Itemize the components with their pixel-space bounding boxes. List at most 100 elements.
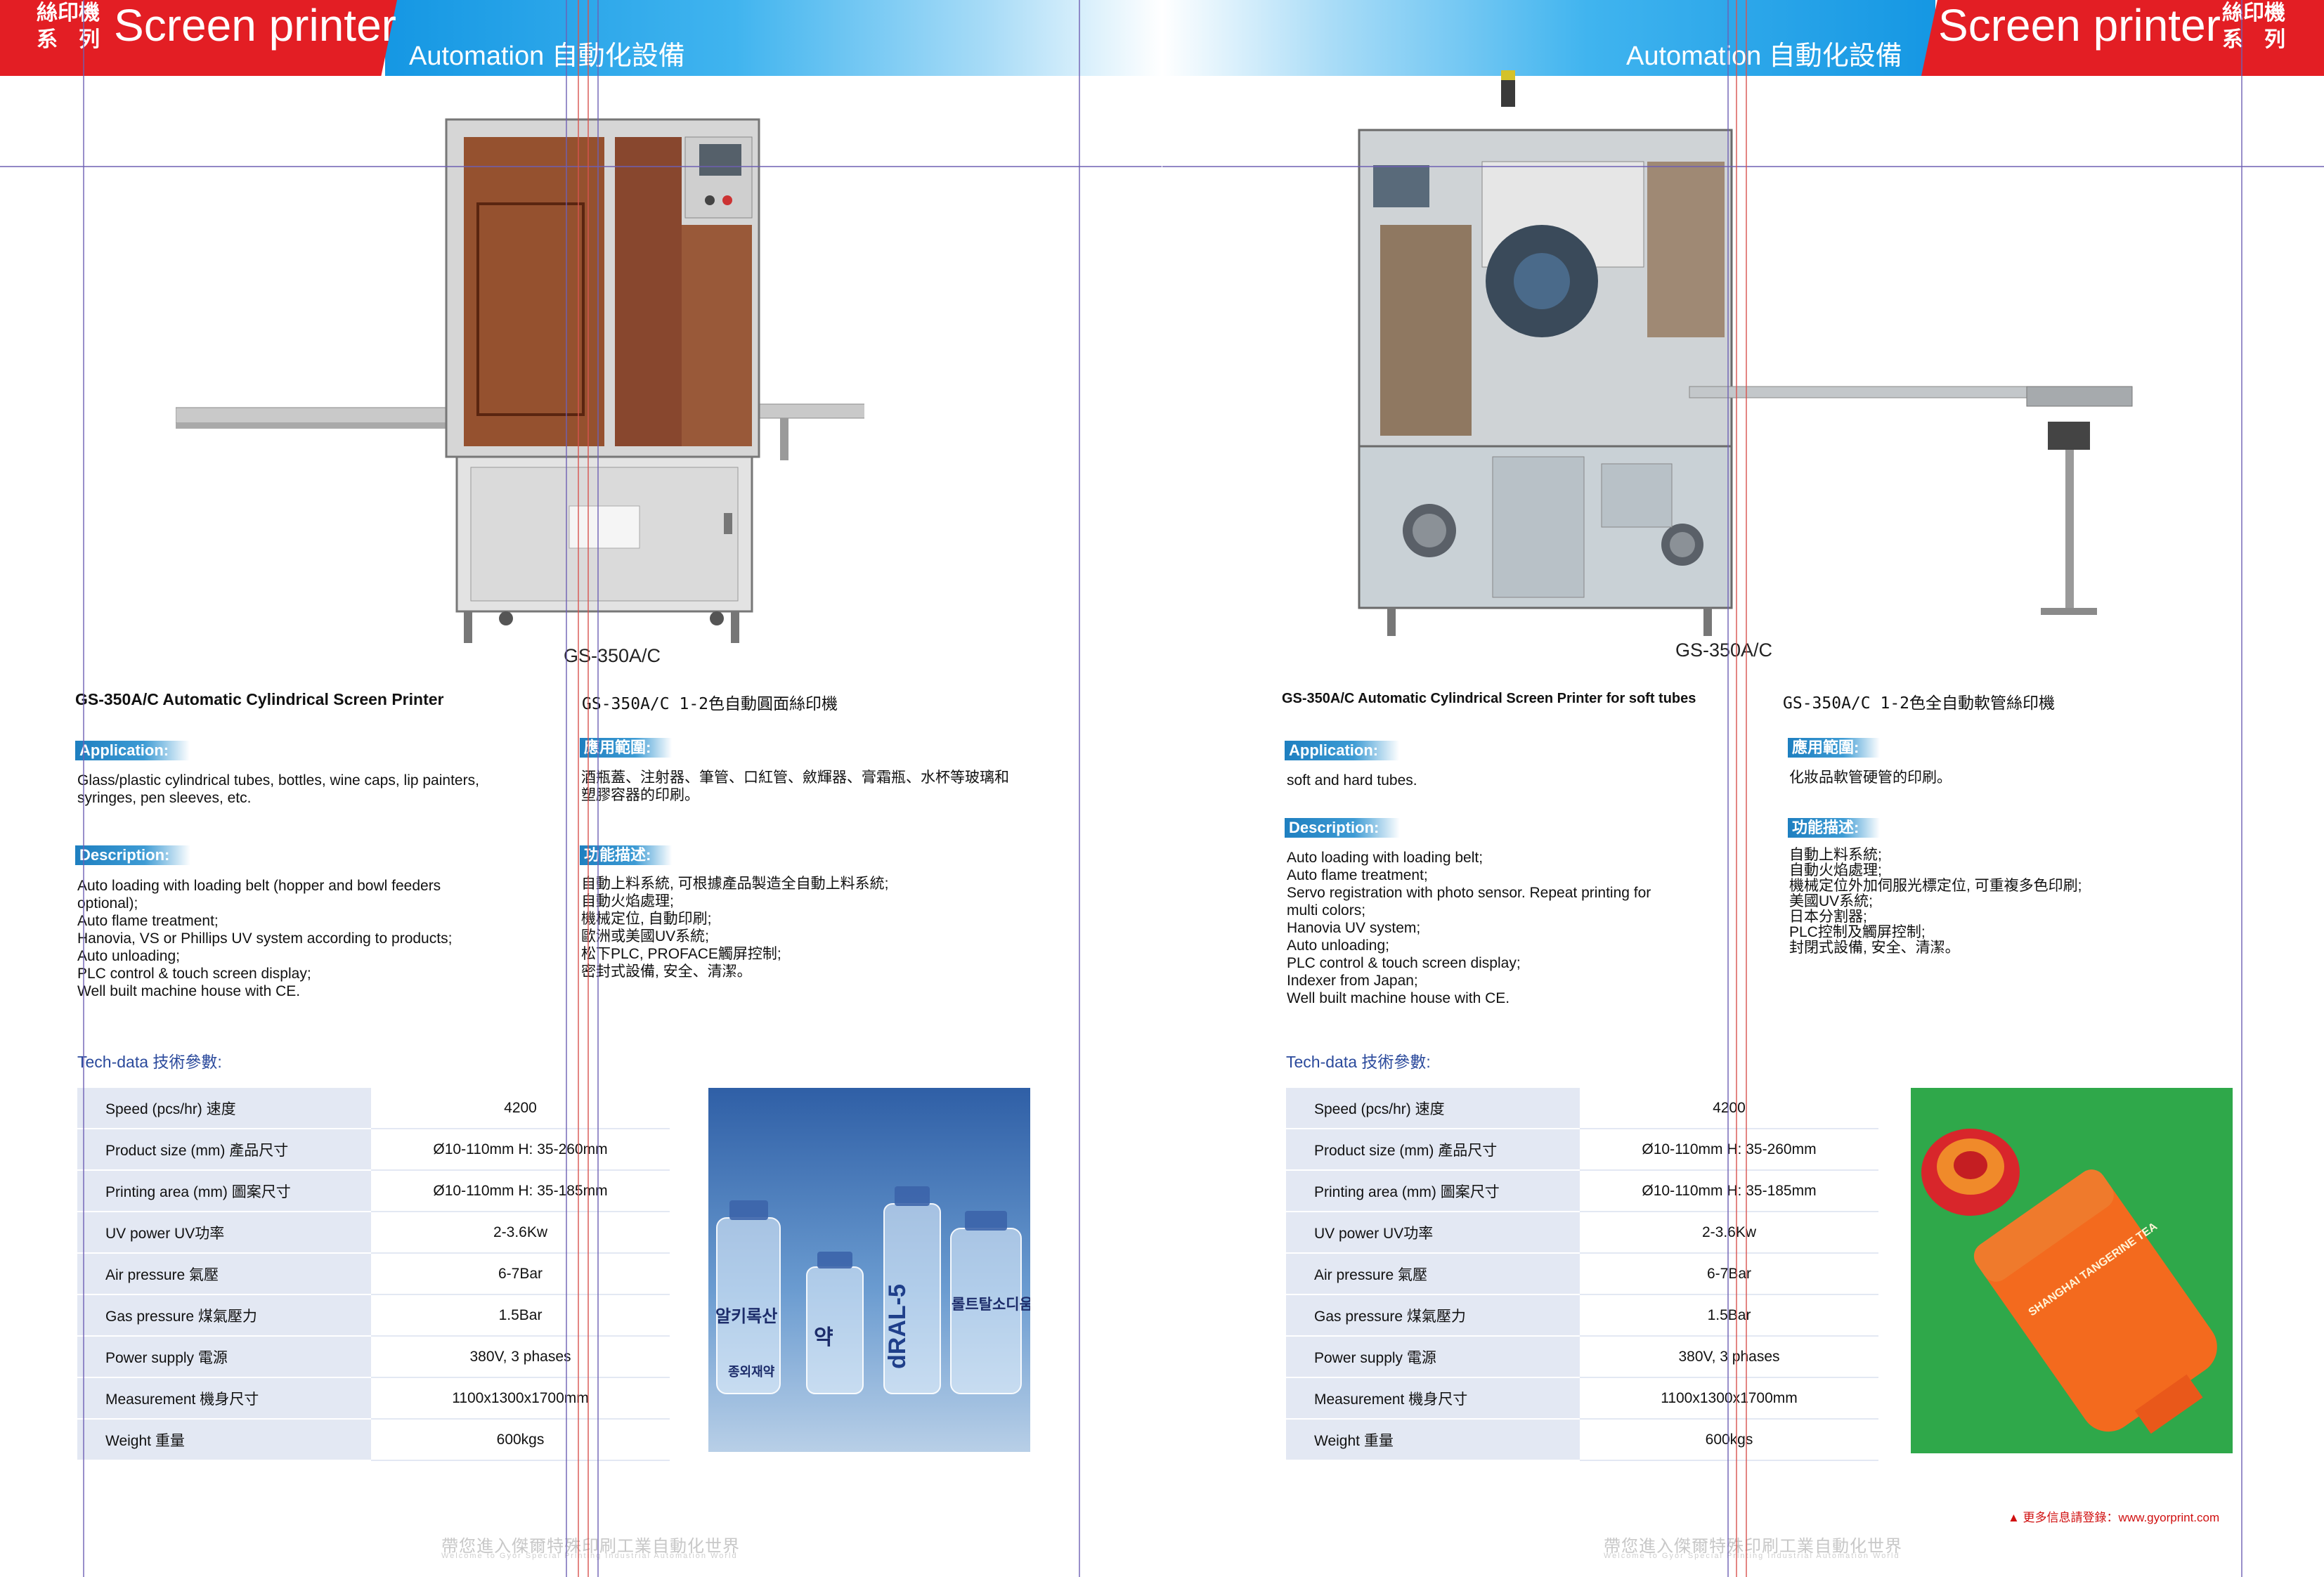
tech-data-label: Tech-data 技術參數:: [1286, 1053, 1431, 1071]
spec-value: 600kgs: [1580, 1419, 1878, 1461]
spec-row: Air pressure 氣壓 6-7Bar: [77, 1253, 670, 1295]
application-cn-text: 酒瓶蓋、注射器、筆管、口紅管、斂輝器、膏霜瓶、水杯等玻璃和 塑膠容器的印刷。: [581, 770, 1009, 803]
spec-value: Ø10-110mm H: 35-260mm: [371, 1129, 670, 1171]
spec-value: 6-7Bar: [371, 1253, 670, 1295]
spec-value: 2-3.6Kw: [1580, 1212, 1878, 1254]
spec-value: 6-7Bar: [1580, 1253, 1878, 1295]
series-cn-top: 絲印機: [2222, 1, 2285, 25]
series-cn-top: 絲印機: [37, 1, 100, 25]
spec-label: Speed (pcs/hr) 速度: [77, 1088, 371, 1129]
description-text: Auto loading with loading belt (hopper a…: [77, 878, 453, 999]
series-title: Screen printer: [1938, 0, 2221, 51]
spec-label: Measurement 機身尺寸: [1286, 1377, 1580, 1420]
description-tag: Description:: [1285, 818, 1401, 838]
spec-label: Power supply 電源: [77, 1336, 371, 1378]
vial-label-2: 약: [814, 1326, 833, 1349]
model-label: GS-350A/C: [1675, 640, 1773, 661]
spec-label: Measurement 機身尺寸: [77, 1377, 371, 1420]
guide-line: [1079, 0, 1080, 1577]
spec-row: Gas pressure 煤氣壓力 1.5Bar: [77, 1294, 670, 1337]
spec-label: Power supply 電源: [1286, 1336, 1580, 1378]
spec-label: Weight 重量: [1286, 1419, 1580, 1461]
product-title-en: GS-350A/C Automatic Cylindrical Screen P…: [75, 690, 444, 708]
spec-label: Air pressure 氣壓: [77, 1253, 371, 1295]
guide-line: [566, 0, 567, 1577]
product-title-cn: GS-350A/C 1-2色自動圓面絲印機: [582, 695, 838, 713]
guide-line: [1746, 0, 1747, 1577]
spec-label: Printing area (mm) 圖案尺寸: [1286, 1170, 1580, 1212]
tube-illustration: [1921, 1129, 2217, 1434]
description-cn-tag: 功能描述:: [1788, 818, 1881, 838]
vial-photo: 알키록산 약 dRAL-5 롤트탈소디움 종외재약: [708, 1088, 1030, 1452]
spec-value: Ø10-110mm H: 35-185mm: [1580, 1170, 1878, 1212]
website-link[interactable]: ▲ 更多信息請登錄：www.gyorprint.com: [2008, 1507, 2219, 1525]
spec-row: Measurement 機身尺寸 1100x1300x1700mm: [77, 1377, 670, 1420]
spec-row: Speed (pcs/hr) 速度 4200: [1286, 1088, 1878, 1129]
spec-label: Printing area (mm) 圖案尺寸: [77, 1170, 371, 1212]
spec-row: Air pressure 氣壓 6-7Bar: [1286, 1253, 1878, 1295]
guide-line: [578, 0, 579, 1577]
tech-data-label: Tech-data 技術參數:: [77, 1053, 222, 1071]
guide-line: [1162, 166, 2324, 167]
application-cn-tag: 應用範圍:: [1788, 738, 1881, 758]
spec-row: Product size (mm) 產品尺寸 Ø10-110mm H: 35-26…: [1286, 1129, 1878, 1171]
guide-line: [0, 166, 1162, 167]
vial-label-1: 알키록산: [715, 1307, 778, 1326]
footer-subtext: Welcome to Gyor Special Printing Industr…: [1604, 1552, 1900, 1560]
spec-table: Speed (pcs/hr) 速度 4200 Product size (mm) …: [1286, 1088, 1878, 1461]
spec-value: Ø10-110mm H: 35-260mm: [1580, 1129, 1878, 1171]
spec-value: 2-3.6Kw: [371, 1212, 670, 1254]
guide-line: [1736, 0, 1737, 1577]
spec-label: Air pressure 氣壓: [1286, 1253, 1580, 1295]
spec-value: 4200: [371, 1088, 670, 1129]
spec-value: Ø10-110mm H: 35-185mm: [371, 1170, 670, 1212]
spec-row: Speed (pcs/hr) 速度 4200: [77, 1088, 670, 1129]
series-cn-bottom: 系 列: [2222, 28, 2285, 51]
guide-line: [83, 0, 84, 1577]
spec-label: Gas pressure 煤氣壓力: [77, 1294, 371, 1337]
spec-row: Printing area (mm) 圖案尺寸 Ø10-110mm H: 35-1…: [77, 1170, 670, 1212]
left-page: 絲印機 系 列 Screen printer Automation 自動化設備: [0, 0, 1162, 1577]
spec-label: Product size (mm) 產品尺寸: [1286, 1129, 1580, 1171]
spec-row: UV power UV功率 2-3.6Kw: [1286, 1212, 1878, 1254]
spec-row: Product size (mm) 產品尺寸 Ø10-110mm H: 35-26…: [77, 1129, 670, 1171]
spec-label: UV power UV功率: [77, 1212, 371, 1254]
application-cn-tag: 應用範圍:: [580, 738, 673, 758]
automation-label: Automation 自動化設備: [409, 41, 685, 71]
spec-value: 4200: [1580, 1088, 1878, 1129]
series-cn-bottom: 系 列: [37, 28, 100, 51]
application-cn-text: 化妝品軟管硬管的印刷。: [1789, 770, 1952, 786]
guide-line: [588, 0, 589, 1577]
spec-table: Speed (pcs/hr) 速度 4200 Product size (mm) …: [77, 1088, 670, 1461]
right-page: Automation 自動化設備 Screen printer 絲印機 系 列: [1162, 0, 2324, 1577]
spec-label: Product size (mm) 產品尺寸: [77, 1129, 371, 1171]
spec-value: 1100x1300x1700mm: [1580, 1377, 1878, 1420]
series-title: Screen printer: [114, 0, 396, 51]
machine-photo-gs350ac-soft-tube: [1352, 70, 2167, 654]
spec-row: Gas pressure 煤氣壓力 1.5Bar: [1286, 1294, 1878, 1337]
spec-value: 380V, 3 phases: [371, 1336, 670, 1378]
machine-illustration: [175, 118, 879, 643]
tube-photo: SHANGHAI TANGERINE TEA: [1911, 1088, 2233, 1453]
description-cn-tag: 功能描述:: [580, 845, 673, 865]
description-tag: Description:: [75, 845, 191, 865]
spec-label: Weight 重量: [77, 1419, 371, 1461]
description-cn-text: 自動上料系統, 可根據產品製造全自動上料系統; 自動火焰處理; 機械定位, 自動…: [581, 876, 889, 980]
spec-value: 1100x1300x1700mm: [371, 1377, 670, 1420]
spec-label: UV power UV功率: [1286, 1212, 1580, 1254]
guide-line: [1727, 0, 1729, 1577]
vial-label-4: 롤트탈소디움: [952, 1297, 1030, 1313]
spec-row: Power supply 電源 380V, 3 phases: [77, 1336, 670, 1378]
vial-illustration: [716, 1186, 1022, 1394]
spec-row: UV power UV功率 2-3.6Kw: [77, 1212, 670, 1254]
spec-value: 600kgs: [371, 1419, 670, 1461]
guide-line: [2241, 0, 2242, 1577]
spec-row: Power supply 電源 380V, 3 phases: [1286, 1336, 1878, 1378]
product-title-en: GS-350A/C Automatic Cylindrical Screen P…: [1282, 691, 1696, 706]
description-text: Auto loading with loading belt; Auto fla…: [1287, 850, 1651, 1006]
spec-row: Weight 重量 600kgs: [1286, 1419, 1878, 1461]
description-cn-text: 自動上料系統; 自動火焰處理; 機械定位外加伺服光標定位, 可重複多色印刷; 美…: [1789, 847, 2082, 956]
application-tag: Application:: [75, 741, 190, 760]
spec-row: Weight 重量 600kgs: [77, 1419, 670, 1461]
application-text: Glass/plastic cylindrical tubes, bottles…: [77, 772, 479, 806]
